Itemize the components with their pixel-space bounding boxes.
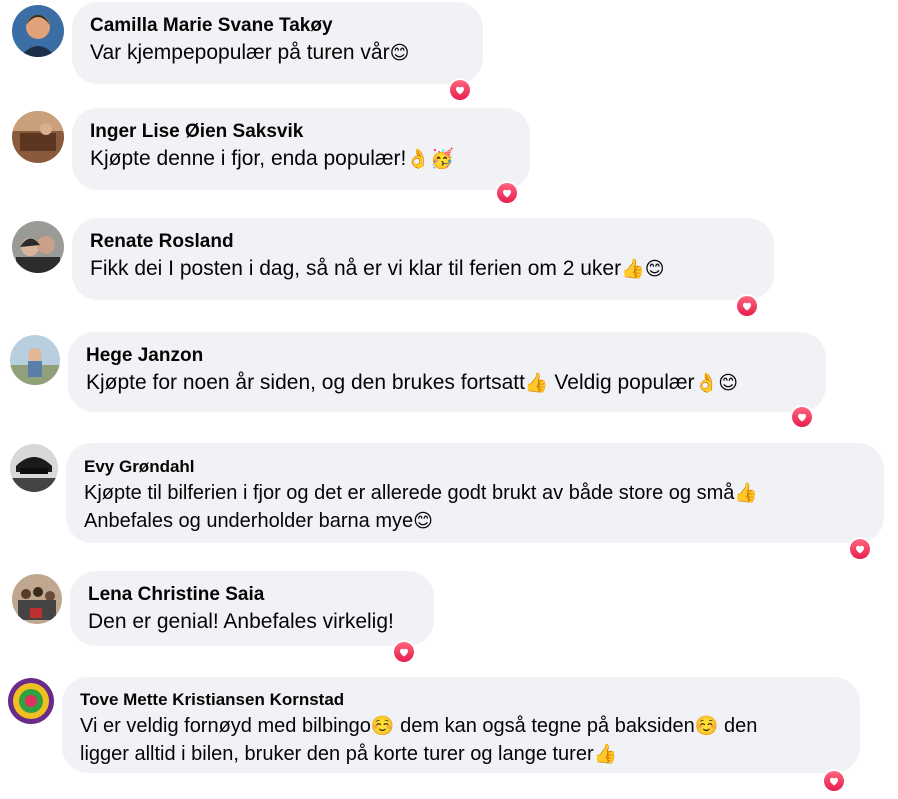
- comment-bubble: Evy Grøndahl Kjøpte til bilferien i fjor…: [66, 443, 884, 543]
- thumbs-up-emoji-icon: 👍: [524, 372, 549, 394]
- avatar[interactable]: [12, 221, 64, 273]
- comment-text-line-2: Anbefales og underholder barna mye😊: [84, 510, 433, 532]
- heart-reaction-icon[interactable]: [790, 405, 814, 429]
- comment-text: Fikk dei I posten i dag, så nå er vi kla…: [90, 257, 665, 280]
- comment-author[interactable]: Evy Grøndahl: [84, 455, 866, 479]
- comment-author[interactable]: Inger Lise Øien Saksvik: [90, 120, 512, 144]
- comment-author[interactable]: Lena Christine Saia: [88, 583, 416, 607]
- comment-author[interactable]: Tove Mette Kristiansen Kornstad: [80, 688, 842, 712]
- comment-author[interactable]: Renate Rosland: [90, 230, 756, 254]
- comment-author[interactable]: Hege Janzon: [86, 344, 808, 368]
- smiling-emoji-icon: ☺️: [694, 715, 719, 737]
- smile-emoji-icon: 😊: [389, 42, 410, 64]
- smile-emoji-icon: 😊: [413, 510, 433, 532]
- avatar[interactable]: [8, 678, 54, 724]
- ok-hand-party-emoji-icon: 👌🥳: [406, 148, 454, 170]
- heart-reaction-icon[interactable]: [495, 181, 519, 205]
- comment-text: Var kjempepopulær på turen vår😊: [90, 41, 410, 64]
- comment-text: Kjøpte til bilferien i fjor og det er al…: [84, 482, 759, 504]
- avatar[interactable]: [10, 444, 58, 492]
- heart-reaction-icon[interactable]: [448, 78, 472, 102]
- heart-reaction-icon[interactable]: [848, 537, 872, 561]
- heart-reaction-icon[interactable]: [392, 640, 416, 664]
- comment-text-line-2: ligger alltid i bilen, bruker den på kor…: [80, 743, 618, 765]
- avatar[interactable]: [12, 574, 62, 624]
- thumbs-up-emoji-icon: 👍: [593, 743, 618, 765]
- avatar[interactable]: [12, 111, 64, 163]
- comment-author[interactable]: Camilla Marie Svane Takøy: [90, 14, 465, 38]
- comment-text: Kjøpte for noen år siden, og den brukes …: [86, 371, 738, 394]
- comment-bubble: Inger Lise Øien Saksvik Kjøpte denne i f…: [72, 108, 530, 190]
- thumbs-up-emoji-icon: 👍: [734, 482, 759, 504]
- comment-text: Vi er veldig fornøyd med bilbingo☺️ dem …: [80, 715, 758, 737]
- comment-bubble: Tove Mette Kristiansen Kornstad Vi er ve…: [62, 677, 860, 773]
- avatar[interactable]: [12, 5, 64, 57]
- heart-reaction-icon[interactable]: [735, 294, 759, 318]
- ok-hand-smile-emoji-icon: 👌😊: [694, 372, 738, 394]
- comment-bubble: Hege Janzon Kjøpte for noen år siden, og…: [68, 332, 826, 412]
- comment-bubble: Camilla Marie Svane Takøy Var kjempepopu…: [72, 2, 483, 84]
- comment-bubble: Lena Christine Saia Den er genial! Anbef…: [70, 571, 434, 646]
- comment-text: Kjøpte denne i fjor, enda populær!👌🥳: [90, 147, 454, 170]
- comment-bubble: Renate Rosland Fikk dei I posten i dag, …: [72, 218, 774, 300]
- comment-text: Den er genial! Anbefales virkelig!: [88, 610, 394, 633]
- thumbs-up-smile-emoji-icon: 👍😊: [621, 258, 665, 280]
- smiling-emoji-icon: ☺️: [370, 715, 395, 737]
- avatar[interactable]: [10, 335, 60, 385]
- heart-reaction-icon[interactable]: [822, 769, 846, 793]
